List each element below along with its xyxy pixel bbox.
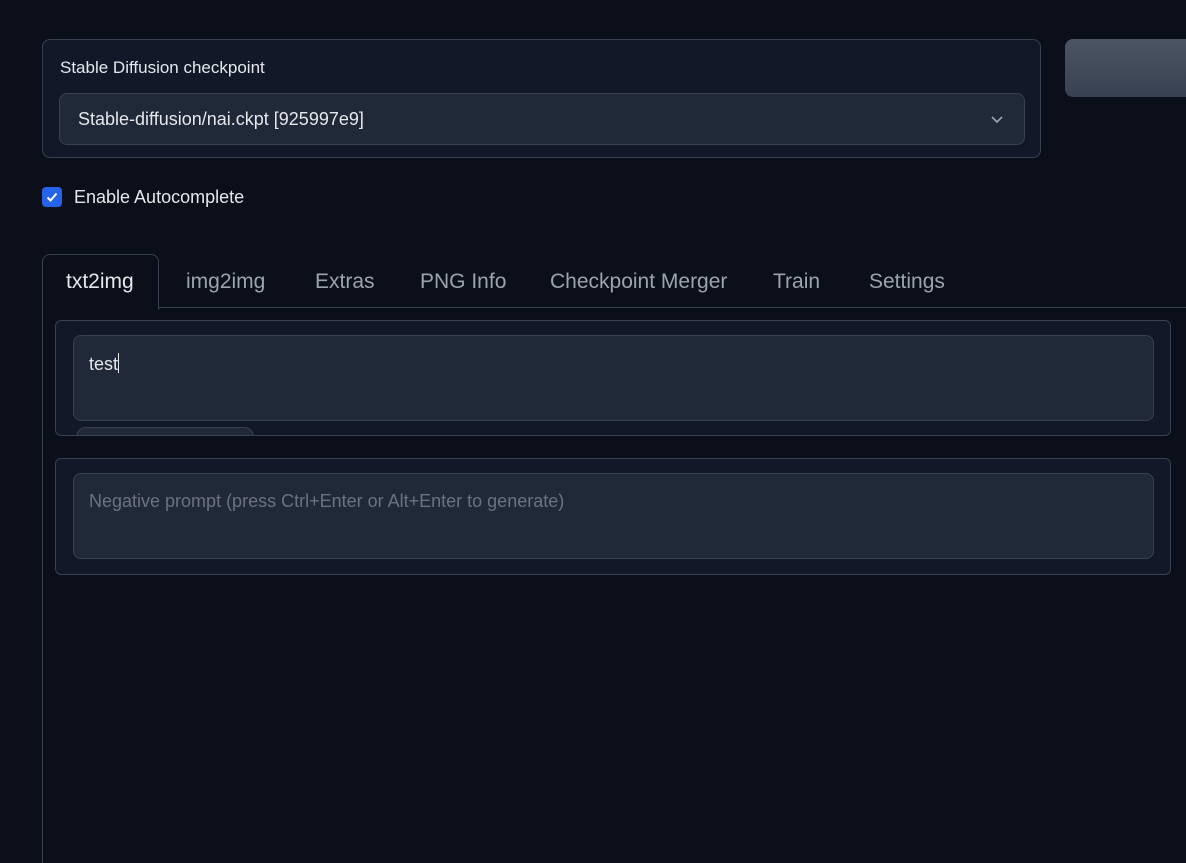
tab-settings[interactable]: Settings bbox=[869, 270, 945, 294]
tab-content-border bbox=[42, 308, 43, 863]
negative-prompt-input[interactable]: Negative prompt (press Ctrl+Enter or Alt… bbox=[73, 473, 1154, 559]
tab-img2img[interactable]: img2img bbox=[186, 270, 265, 294]
chevron-down-icon bbox=[991, 116, 1003, 124]
check-icon bbox=[46, 192, 58, 202]
text-caret bbox=[118, 353, 120, 373]
enable-autocomplete-toggle[interactable]: Enable Autocomplete bbox=[42, 186, 244, 208]
checkpoint-panel: Stable Diffusion checkpoint Stable-diffu… bbox=[42, 39, 1041, 158]
token-counter bbox=[76, 427, 254, 435]
checkpoint-label: Stable Diffusion checkpoint bbox=[60, 58, 265, 77]
negative-prompt-placeholder: Negative prompt (press Ctrl+Enter or Alt… bbox=[89, 491, 565, 511]
autocomplete-checkbox[interactable] bbox=[42, 187, 62, 207]
tabs-divider bbox=[158, 307, 1186, 308]
prompt-panel: test bbox=[55, 320, 1171, 436]
checkpoint-select[interactable]: Stable-diffusion/nai.ckpt [925997e9] bbox=[59, 93, 1025, 145]
tab-extras[interactable]: Extras bbox=[315, 270, 375, 294]
tab-png-info[interactable]: PNG Info bbox=[420, 270, 506, 294]
prompt-text: test bbox=[89, 353, 120, 374]
prompt-input[interactable]: test bbox=[73, 335, 1154, 421]
tab-checkpoint-merger[interactable]: Checkpoint Merger bbox=[550, 270, 727, 294]
checkpoint-selected-value: Stable-diffusion/nai.ckpt [925997e9] bbox=[78, 109, 364, 129]
refresh-checkpoint-button[interactable] bbox=[1065, 39, 1186, 97]
tab-txt2img[interactable]: txt2img bbox=[66, 270, 134, 294]
autocomplete-label: Enable Autocomplete bbox=[74, 186, 245, 207]
negative-prompt-panel: Negative prompt (press Ctrl+Enter or Alt… bbox=[55, 458, 1171, 575]
tab-train[interactable]: Train bbox=[773, 270, 820, 294]
